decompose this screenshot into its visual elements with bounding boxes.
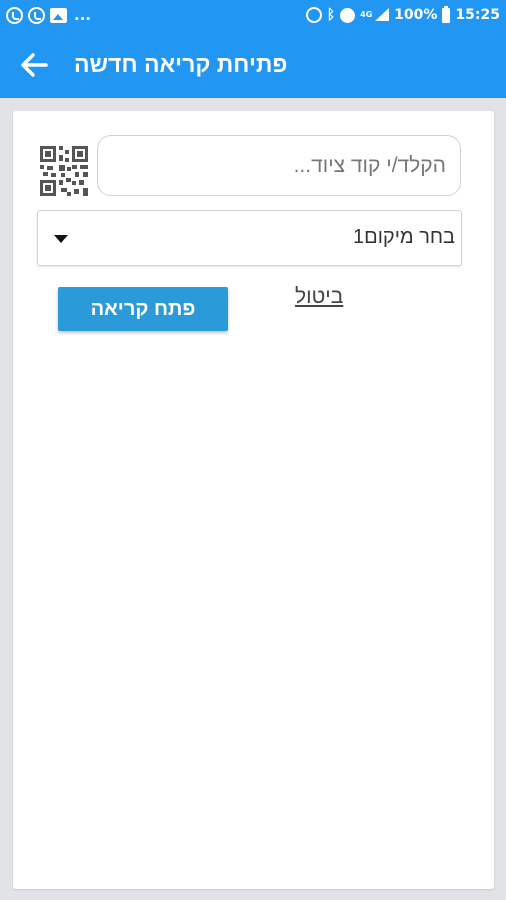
qr-code-icon bbox=[40, 146, 88, 196]
open-ticket-button[interactable]: פתח קריאה bbox=[58, 287, 228, 331]
caret-down-icon bbox=[54, 235, 68, 243]
sync-icon bbox=[305, 7, 322, 23]
page-title: פתיחת קריאה חדשה bbox=[74, 51, 288, 77]
alarm-icon bbox=[340, 7, 356, 23]
status-time: 15:25 bbox=[455, 7, 500, 23]
battery-icon bbox=[442, 5, 451, 23]
back-button[interactable] bbox=[16, 48, 52, 82]
qr-scan-button[interactable] bbox=[39, 145, 89, 197]
status-right: ᛒ 4G 100% 15:25 bbox=[305, 5, 500, 24]
gallery-icon bbox=[50, 8, 67, 23]
whatsapp-icon bbox=[6, 7, 23, 24]
device-code-input[interactable] bbox=[97, 135, 461, 196]
whatsapp-icon bbox=[28, 7, 45, 24]
status-bar: ... ᛒ 4G 100% 15:25 bbox=[0, 0, 506, 32]
network-icon: 4G bbox=[360, 10, 373, 19]
app-bar: פתיחת קריאה חדשה bbox=[0, 32, 506, 98]
bluetooth-icon: ᛒ bbox=[326, 7, 336, 23]
signal-icon bbox=[375, 8, 390, 22]
location-select[interactable]: בחר מיקום1 bbox=[37, 210, 462, 266]
status-left: ... bbox=[6, 7, 91, 24]
battery-percent: 100% bbox=[394, 7, 438, 23]
location-select-value: בחר מיקום1 bbox=[353, 226, 455, 248]
more-notifications-indicator: ... bbox=[74, 6, 92, 24]
cancel-link[interactable]: ביטול bbox=[295, 285, 343, 309]
arrow-left-icon bbox=[21, 53, 48, 77]
form-card: בחר מיקום1 ביטול פתח קריאה bbox=[13, 111, 494, 889]
